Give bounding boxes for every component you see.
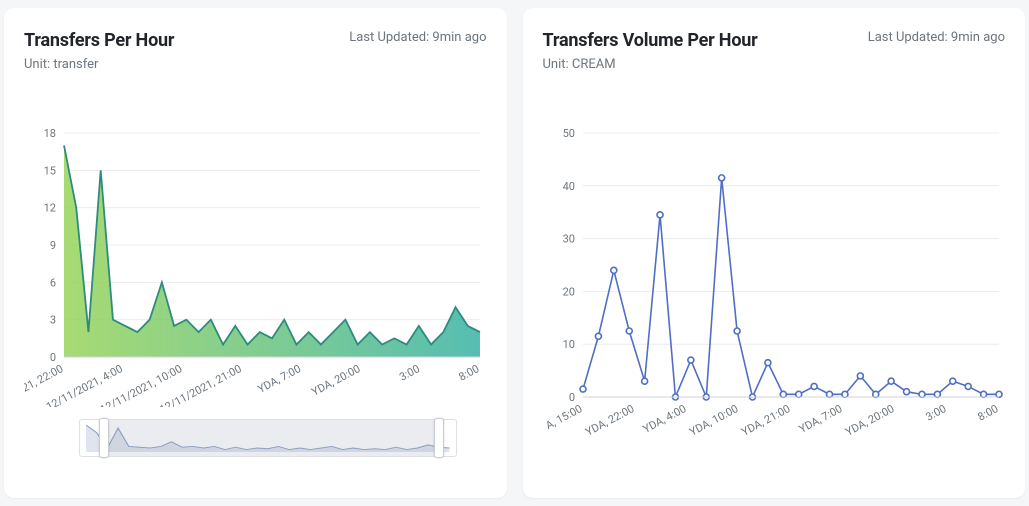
- svg-text:YDA, 4:00: YDA, 4:00: [640, 402, 688, 436]
- svg-text:20: 20: [562, 285, 574, 298]
- svg-text:15: 15: [44, 164, 56, 177]
- svg-text:0: 0: [568, 391, 574, 404]
- last-updated: Last Updated: 9min ago: [349, 30, 486, 45]
- card-header: Transfers Per Hour Unit: transfer Last U…: [24, 30, 487, 72]
- svg-text:3: 3: [50, 314, 56, 327]
- svg-text:0: 0: [50, 351, 56, 364]
- last-updated: Last Updated: 9min ago: [868, 30, 1005, 45]
- range-handle-right[interactable]: [434, 418, 444, 458]
- svg-text:6: 6: [50, 276, 56, 289]
- svg-text:12: 12: [44, 202, 56, 215]
- card-transfers-volume-per-hour: Transfers Volume Per Hour Unit: CREAM La…: [523, 8, 1026, 498]
- chart-title: Transfers Per Hour: [24, 30, 174, 51]
- svg-text:YDA, 7:00: YDA, 7:00: [796, 402, 844, 436]
- line-chart[interactable]: 01020304050A, 15:00YDA, 22:00YDA, 4:00YD…: [543, 127, 1006, 447]
- svg-text:3:00: 3:00: [397, 362, 422, 383]
- title-block: Transfers Volume Per Hour Unit: CREAM: [543, 30, 758, 72]
- svg-text:8:00: 8:00: [457, 362, 482, 383]
- svg-text:18: 18: [44, 127, 56, 140]
- svg-text:10: 10: [562, 338, 574, 351]
- range-selection[interactable]: [103, 420, 441, 456]
- svg-text:A, 15:00: A, 15:00: [543, 402, 584, 432]
- chart-unit: Unit: CREAM: [543, 57, 758, 72]
- chart-unit: Unit: transfer: [24, 57, 174, 72]
- svg-text:YDA, 20:00: YDA, 20:00: [843, 402, 896, 438]
- svg-text:40: 40: [562, 180, 574, 193]
- card-header: Transfers Volume Per Hour Unit: CREAM La…: [543, 30, 1006, 72]
- svg-text:YDA, 22:00: YDA, 22:00: [583, 402, 636, 438]
- svg-text:YDA, 7:00: YDA, 7:00: [256, 362, 304, 396]
- svg-text:YDA, 10:00: YDA, 10:00: [687, 402, 740, 438]
- chart-title: Transfers Volume Per Hour: [543, 30, 758, 51]
- area-chart[interactable]: 0369121518/2021, 22:0012/11/2021, 4:0012…: [24, 127, 487, 407]
- svg-text:YDA, 21:00: YDA, 21:00: [739, 402, 792, 438]
- svg-text:9: 9: [50, 239, 56, 252]
- title-block: Transfers Per Hour Unit: transfer: [24, 30, 174, 72]
- range-scrubber[interactable]: [79, 419, 457, 457]
- svg-text:YDA, 20:00: YDA, 20:00: [309, 362, 362, 398]
- range-handle-left[interactable]: [99, 418, 109, 458]
- card-transfers-per-hour: Transfers Per Hour Unit: transfer Last U…: [4, 8, 507, 498]
- svg-text:50: 50: [562, 127, 574, 140]
- svg-text:8:00: 8:00: [975, 402, 1000, 423]
- svg-text:3:00: 3:00: [923, 402, 948, 423]
- svg-text:30: 30: [562, 233, 574, 246]
